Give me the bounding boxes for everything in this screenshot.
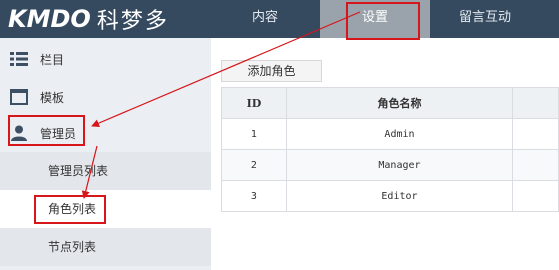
- sidebar-subitem-admin-list[interactable]: 管理员列表: [0, 152, 211, 190]
- cell-extra: [512, 149, 559, 181]
- cell-role-name: Admin: [285, 118, 514, 150]
- cell-id: 3: [221, 180, 287, 212]
- list-icon: [9, 49, 29, 69]
- logo: KMDO 科梦多: [8, 3, 169, 35]
- role-table: ID 角色名称 1 Admin 2 Manager 3 Editor: [221, 87, 559, 212]
- cell-role-name: Manager: [285, 149, 514, 181]
- column-header-role-name[interactable]: 角色名称: [285, 87, 514, 119]
- cell-id: 1: [221, 118, 287, 150]
- sidebar-item-label: 栏目: [40, 52, 65, 67]
- logo-chinese: 科梦多: [96, 9, 169, 34]
- sidebar: 栏目 模板 管理员 管理员列表 角色列表 节点列表: [0, 38, 211, 270]
- sidebar-item-administrators[interactable]: 管理员: [0, 114, 211, 152]
- sidebar-item-columns[interactable]: 栏目: [0, 40, 211, 78]
- sidebar-item-templates[interactable]: 模板: [0, 78, 211, 116]
- sidebar-item-label: 模板: [40, 90, 65, 105]
- table-header-row: ID 角色名称: [221, 87, 559, 119]
- sidebar-item-label: 管理员: [40, 126, 77, 141]
- table-row[interactable]: 2 Manager: [221, 149, 559, 181]
- user-icon: [9, 123, 29, 143]
- column-header-id[interactable]: ID: [221, 87, 287, 119]
- cell-extra: [512, 180, 559, 212]
- add-role-button[interactable]: 添加角色: [221, 60, 322, 82]
- sidebar-subitem-node-list[interactable]: 节点列表: [0, 228, 211, 266]
- app-window: KMDO 科梦多 内容 设置 留言互动 栏目 模板 管理员 管理员列表 角色列表…: [0, 0, 559, 270]
- top-header: KMDO 科梦多 内容 设置 留言互动: [0, 0, 559, 38]
- nav-tab-content[interactable]: 内容: [210, 0, 320, 38]
- window-icon: [9, 87, 29, 107]
- table-row[interactable]: 1 Admin: [221, 118, 559, 150]
- cell-id: 2: [221, 149, 287, 181]
- cell-extra: [512, 118, 559, 150]
- cell-role-name: Editor: [285, 180, 514, 212]
- nav-tab-messages[interactable]: 留言互动: [430, 0, 540, 38]
- logo-latin: KMDO: [8, 5, 91, 33]
- table-row[interactable]: 3 Editor: [221, 180, 559, 212]
- nav-tab-settings[interactable]: 设置: [320, 0, 430, 38]
- sidebar-subitem-role-list[interactable]: 角色列表: [0, 190, 211, 228]
- column-header-extra: [512, 87, 559, 119]
